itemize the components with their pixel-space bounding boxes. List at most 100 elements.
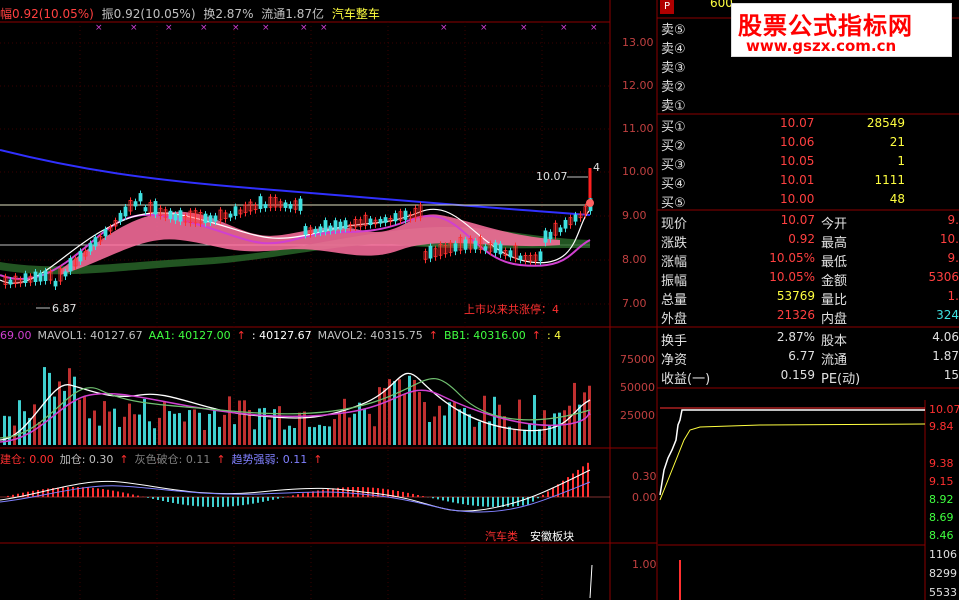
volume-bar (68, 368, 71, 445)
volume-bar (98, 425, 101, 445)
candle-body (328, 225, 333, 232)
sell-level-label[interactable]: 卖③ (661, 57, 686, 76)
quote-label: 总量 (661, 293, 688, 308)
volume-bar (388, 379, 391, 445)
volume-bar (483, 395, 486, 445)
candle-body (138, 193, 143, 202)
candle-body (548, 231, 553, 240)
volume-bar (468, 414, 471, 445)
volume-bar (268, 419, 271, 445)
kline-chart[interactable]: × × × × × × × × × × × × × (0, 0, 959, 600)
quote-value: 1. (947, 289, 959, 303)
volume-bar (123, 416, 126, 445)
signal-x: × (232, 23, 240, 33)
panel-p-icon[interactable]: P (660, 0, 674, 14)
candle-body (288, 204, 293, 209)
indicator-legend-item: 灰色破仓: 0.11 (134, 453, 211, 466)
price-tick-label: 13.00 (622, 36, 654, 49)
volume-bar (78, 399, 81, 445)
volume-bar (238, 400, 241, 445)
candle-body (63, 271, 68, 277)
candle-body (323, 220, 328, 232)
volume-bar (188, 410, 191, 445)
tag-industry[interactable]: 汽车类 (485, 528, 518, 544)
sell-level-label[interactable]: 卖⑤ (661, 19, 686, 38)
intraday-tick-label: 9.84 (929, 420, 954, 433)
candle-body (118, 212, 123, 222)
volume-tick-label: 25000 (620, 409, 655, 422)
quote-label: 振幅 (661, 274, 688, 289)
volume-bar (353, 413, 356, 445)
quote-label: 股本 (821, 334, 848, 349)
volume-bar (543, 410, 546, 445)
volume-bar (323, 426, 326, 445)
buy-level-label[interactable]: 买③ (661, 154, 686, 173)
stock-terminal: 幅0.92(10.05%) 振0.92(10.05%) 换2.87% 流通1.8… (0, 0, 959, 600)
quote-value: 5306 (928, 270, 959, 284)
volume-bar (413, 379, 416, 445)
volume-bar (433, 416, 436, 445)
candle-body (393, 213, 398, 222)
quote-label: 金额 (821, 274, 848, 289)
indicator-tick-label: 0.00 (632, 491, 657, 504)
buy-level-label[interactable]: 买④ (661, 173, 686, 192)
intraday-tick-label: 8.69 (929, 511, 954, 524)
quote-value: 10. (939, 232, 959, 246)
signal-markers: × × × × × × × × × × × × × (95, 23, 598, 33)
candle-body (378, 218, 383, 224)
buy-level-label[interactable]: 买① (661, 116, 686, 135)
signal-x: × (95, 23, 103, 33)
sell-level-label[interactable]: 卖② (661, 76, 686, 95)
macd-bars (0, 462, 610, 599)
candle-body (168, 210, 173, 220)
volume-bar (233, 424, 236, 445)
avg-line (659, 423, 926, 501)
candle-body (133, 201, 138, 207)
volume-legend: 69.00 MAVOL1: 40127.67 AA1: 40127.00 ↑: 401… (0, 329, 567, 342)
volume-bar (308, 426, 311, 445)
volume-legend-item: 69.00 (0, 329, 32, 342)
volume-bar (143, 398, 146, 445)
signal-x: × (262, 23, 270, 33)
volume-bar (203, 429, 206, 445)
intraday-tick-label: 8.92 (929, 493, 954, 506)
volume-bar (418, 392, 421, 445)
tag-region[interactable]: 安徽板块 (530, 528, 574, 544)
volume-bar (133, 414, 136, 445)
volume-legend-item: : 40127.67 (251, 329, 312, 342)
high-mark-label: 4 (593, 161, 600, 174)
indicator-legend-item: 建仓: 0.00 (0, 453, 54, 466)
quote-label: 外盘 (661, 312, 688, 327)
candle-body (543, 230, 548, 243)
sell-level-label[interactable]: 卖① (661, 95, 686, 114)
volume-bar (93, 410, 96, 445)
quote-label: 量比 (821, 293, 848, 308)
volume-bar (278, 406, 281, 445)
candle-body (303, 226, 308, 235)
volume-bar (253, 429, 256, 445)
intraday-chart (659, 407, 926, 600)
volume-bar (408, 375, 411, 445)
volume-bar (153, 428, 156, 445)
volume-bar (438, 405, 441, 445)
volume-legend-item: ↑ (531, 329, 541, 342)
indicator-legend-item: ↑ (119, 453, 129, 466)
buy-level-label[interactable]: 买⑤ (661, 192, 686, 211)
volume-legend-item: ↑ (236, 329, 246, 342)
sell-level-label[interactable]: 卖④ (661, 38, 686, 57)
candle-body (563, 219, 568, 229)
watermark-url: www.gszx.com.cn (746, 37, 897, 55)
quote-label: 换手 (661, 334, 688, 349)
signal-x: × (320, 23, 328, 33)
volume-bar (348, 417, 351, 445)
volume-tick-label: 75000 (620, 353, 655, 366)
candle-body (143, 207, 148, 212)
quote-value: 10.07 (780, 213, 815, 227)
candle-body (263, 204, 268, 209)
candle-body (453, 243, 458, 252)
buy-level-label[interactable]: 买② (661, 135, 686, 154)
volume-bar (373, 426, 376, 445)
signal-x: × (130, 23, 138, 33)
volume-bar (333, 419, 336, 445)
indicator-legend-item: 加仓: 0.30 (59, 453, 114, 466)
